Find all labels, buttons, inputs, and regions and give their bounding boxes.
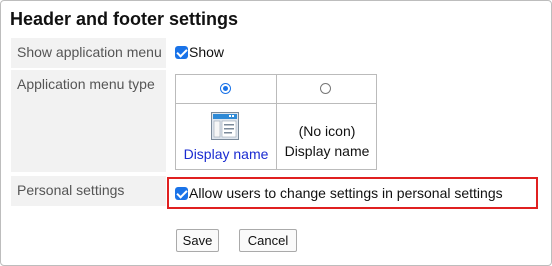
show-checkbox-label[interactable]: Show [189,44,224,60]
display-name-link[interactable]: Display name [176,146,276,162]
radio-display-name-with-icon[interactable] [220,83,231,94]
personal-settings-label: Personal settings [11,176,166,206]
application-menu-type-label: Application menu type [11,70,166,172]
radio-row-divider [176,103,376,104]
allow-personal-settings-label[interactable]: Allow users to change settings in person… [189,185,503,201]
cancel-button[interactable]: Cancel [239,229,297,252]
show-application-menu-label: Show application menu [11,38,166,68]
save-button[interactable]: Save [176,229,219,252]
radio-no-icon[interactable] [320,83,331,94]
app-window-icon[interactable] [211,112,239,140]
settings-panel: Header and footer settings Show applicat… [0,0,552,266]
allow-personal-settings-checkbox[interactable] [175,187,188,200]
personal-settings-field[interactable]: Allow users to change settings in person… [175,185,503,201]
show-application-menu-field[interactable]: Show [175,44,224,60]
menu-type-options: Display name (No icon) Display name [175,74,377,170]
no-icon-label: (No icon) [298,123,356,139]
no-icon-option-text[interactable]: (No icon) Display name [277,121,377,161]
show-checkbox[interactable] [175,46,188,59]
page-title: Header and footer settings [10,9,239,29]
no-icon-display-name: Display name [284,143,370,159]
